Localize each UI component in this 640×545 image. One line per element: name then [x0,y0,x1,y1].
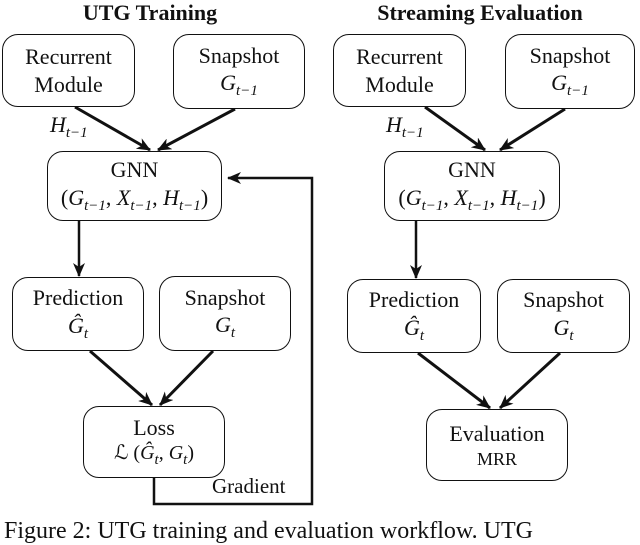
snapshot-cur-box-eval: Snapshot Gt [497,279,630,353]
recurrent-line1: Recurrent [25,44,112,69]
snapshot-prev-label: Snapshot [198,42,280,68]
snapshot-cur-math: Gt [214,312,236,342]
recurrent-line1-eval: Recurrent [356,44,443,69]
snapshot-cur-label: Snapshot [184,284,266,310]
arrow-snapshot-to-evaluation [498,351,562,410]
loss-formula: ℒ (Ĝt, Gt) [114,442,194,469]
recurrent-line2-eval: Module [365,71,434,97]
gnn-label-eval: GNN [448,157,496,183]
gnn-box-eval: GNN (Gt−1, Xt−1, Ht−1) [384,151,560,221]
gnn-label: GNN [110,157,159,183]
gnn-args: (Gt−1, Xt−1, Ht−1) [60,184,209,214]
gnn-box: GNN (Gt−1, Xt−1, Ht−1) [47,151,222,221]
prediction-box-eval: Prediction Ĝt [347,279,481,353]
hidden-state-label-eval: Ht−1 [386,112,424,141]
gradient-label: Gradient [212,474,286,498]
arrow-prediction-to-evaluation [417,351,491,410]
gnn-args-eval: (Gt−1, Xt−1, Ht−1) [398,184,546,214]
evaluation-label: Evaluation [449,421,545,446]
evaluation-box: Evaluation MRR [426,409,568,481]
prediction-math: Ĝt [67,312,89,342]
evaluation-metric: MRR [476,448,518,469]
snapshot-prev-box-eval: Snapshot Gt−1 [505,34,635,109]
arrow-recurrent-to-gnn-eval [424,105,486,152]
prediction-label-eval: Prediction [368,287,460,313]
snapshot-prev-label-eval: Snapshot [529,42,611,68]
snapshot-cur-box: Snapshot Gt [159,276,291,351]
arrow-snapshot-to-gnn-eval [499,107,566,152]
snapshot-prev-math: Gt−1 [220,70,258,100]
prediction-math-eval: Ĝt [403,314,425,344]
snapshot-cur-math-eval: Gt [553,314,574,344]
prediction-box: Prediction Ĝt [12,277,144,351]
recurrent-module-box-eval: Recurrent Module [333,34,466,107]
recurrent-module-box: Recurrent Module [2,34,135,107]
hidden-state-label: Ht−1 [50,112,88,141]
figure-caption: Figure 2: UTG training and evaluation wo… [4,518,533,544]
loss-label: Loss [133,414,175,440]
loss-box: Loss ℒ (Ĝt, Gt) [83,406,225,478]
recurrent-line2: Module [34,71,103,97]
arrow-prediction-to-loss [89,349,153,407]
snapshot-prev-math-eval: Gt−1 [551,70,589,100]
snapshot-cur-label-eval: Snapshot [523,287,604,313]
snapshot-prev-box: Snapshot Gt−1 [173,34,305,109]
panel-title-training: UTG Training [82,0,218,25]
arrow-snapshot-to-gnn [157,107,236,152]
panel-title-evaluation: Streaming Evaluation [377,0,583,25]
prediction-label: Prediction [32,285,124,311]
arrow-snapshot-to-loss [158,349,215,407]
